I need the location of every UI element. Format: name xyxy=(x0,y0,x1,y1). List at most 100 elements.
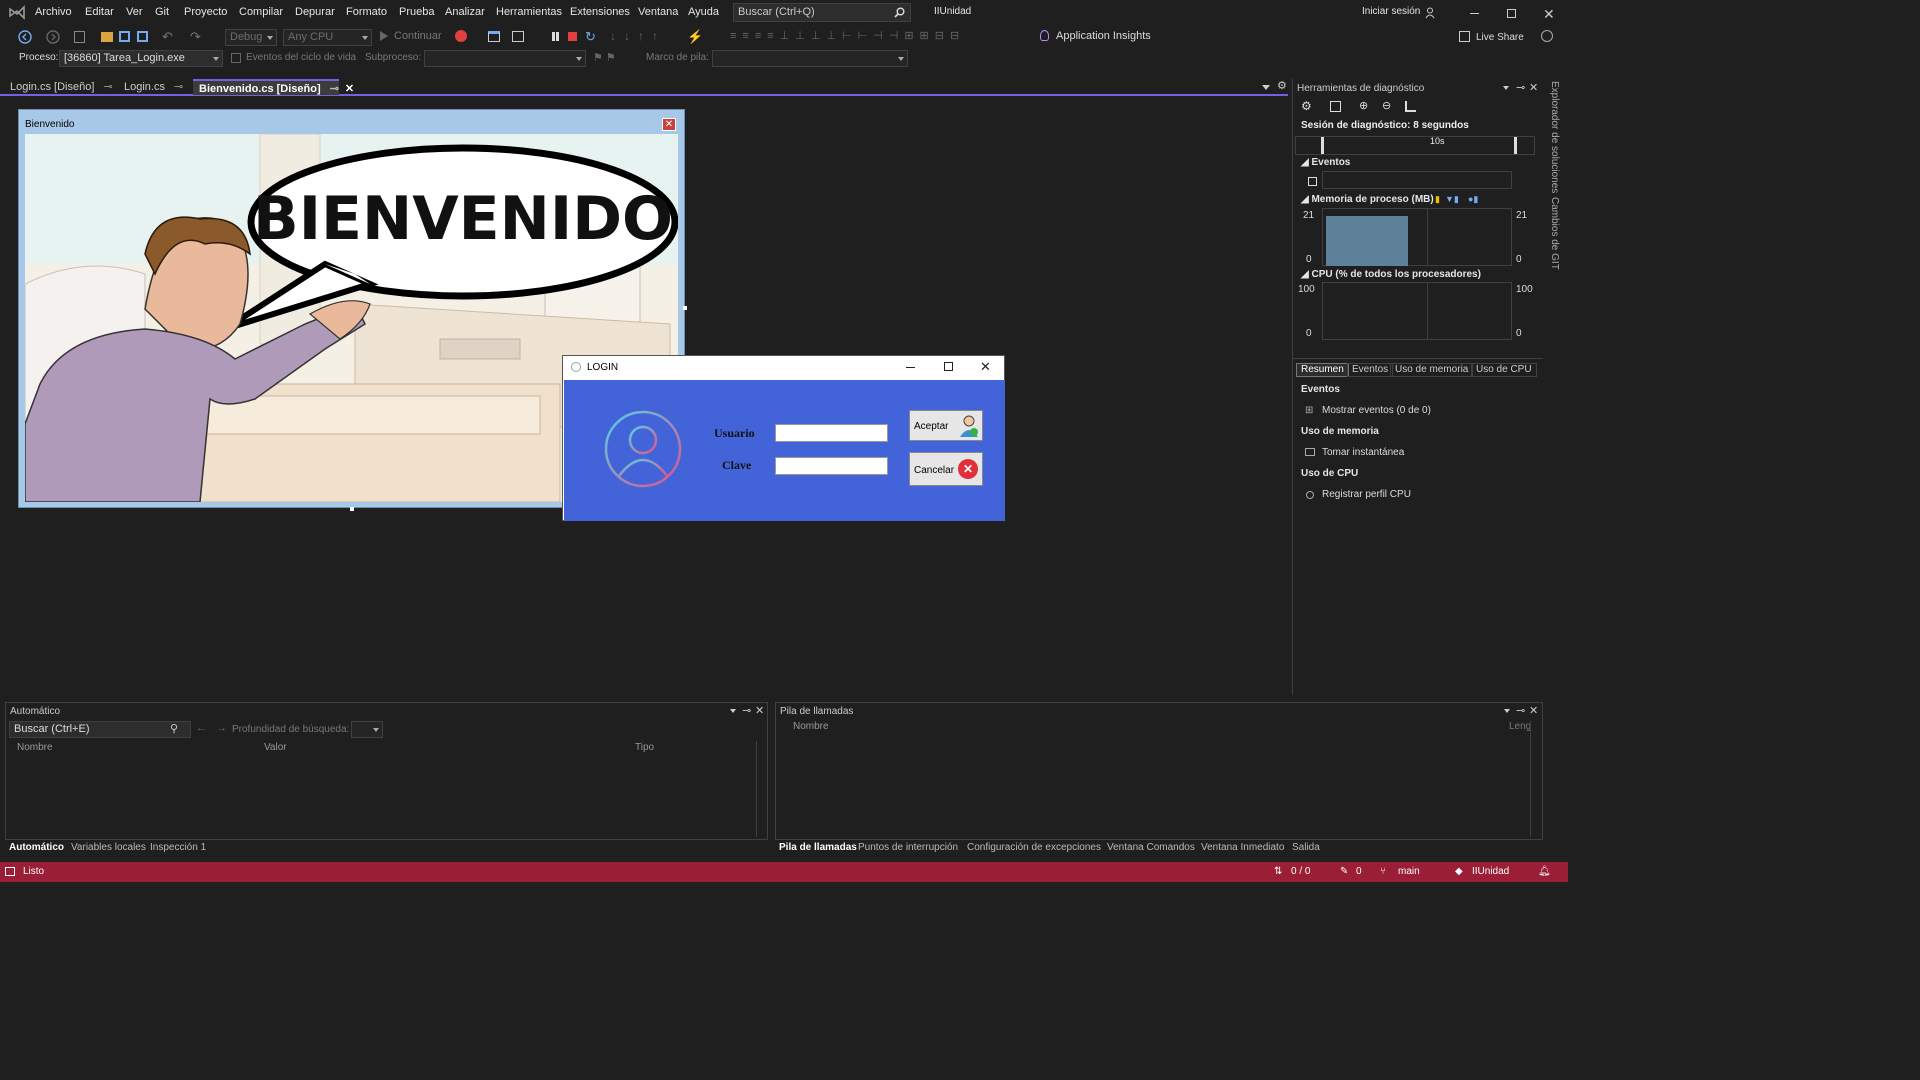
scrollbar[interactable] xyxy=(1530,721,1540,837)
format-toolbar-icons[interactable]: ≡≡≡≡⊥⊥⊥⊥⊢⊢⊣⊣⊞⊞⊟⊟ xyxy=(730,29,965,42)
stack-frame-dropdown[interactable] xyxy=(712,50,908,67)
notifications-icon[interactable]: 🔔︎ xyxy=(1538,866,1551,877)
line-changes[interactable]: 0 / 0 xyxy=(1291,866,1310,877)
config-dropdown[interactable]: Debug xyxy=(225,29,277,46)
panel-menu-icon[interactable] xyxy=(1503,86,1509,90)
menu-editar[interactable]: Editar xyxy=(85,6,114,18)
menu-ayuda[interactable]: Ayuda xyxy=(688,6,719,18)
lifecycle-icon[interactable] xyxy=(231,53,241,63)
hot-reload-icon[interactable] xyxy=(455,30,467,42)
events-track[interactable] xyxy=(1322,171,1512,189)
column-value[interactable]: Valor xyxy=(264,742,287,753)
tab-locals[interactable]: Variables locales xyxy=(71,842,146,853)
pin-icon[interactable]: ⊸ xyxy=(742,704,751,717)
continue-play-icon[interactable] xyxy=(380,31,388,41)
timeline-end-handle[interactable] xyxy=(1514,137,1517,154)
layout-icon[interactable] xyxy=(512,31,524,42)
git-branch[interactable]: main xyxy=(1398,866,1420,877)
menu-herramientas[interactable]: Herramientas xyxy=(496,6,562,18)
menu-archivo[interactable]: Archivo xyxy=(35,6,72,18)
back-arrow-icon[interactable]: ← xyxy=(196,722,207,734)
sign-in-link[interactable]: Iniciar sesión xyxy=(1362,6,1420,17)
cpu-chart[interactable] xyxy=(1322,282,1512,340)
continue-button[interactable]: Continuar xyxy=(394,30,442,42)
take-snapshot-link[interactable]: Tomar instantánea xyxy=(1322,447,1404,458)
restart-icon[interactable]: ↻ xyxy=(585,29,596,45)
save-icon[interactable] xyxy=(119,31,130,42)
column-name[interactable]: Nombre xyxy=(793,721,829,732)
pending-edits[interactable]: 0 xyxy=(1356,866,1362,877)
close-panel-icon[interactable]: ✕ xyxy=(1529,704,1538,717)
zoom-out-icon[interactable]: ⊖ xyxy=(1382,99,1391,112)
tab-output[interactable]: Salida xyxy=(1292,842,1320,853)
menu-extensiones[interactable]: Extensiones xyxy=(570,6,630,18)
events-section-title[interactable]: ◢ Eventos xyxy=(1301,157,1350,168)
show-events-link[interactable]: Mostrar eventos (0 de 0) xyxy=(1322,405,1431,416)
tab-immediate-window[interactable]: Ventana Inmediato xyxy=(1201,842,1284,853)
pin-icon[interactable]: ⊸ xyxy=(1516,704,1525,717)
account-icon[interactable] xyxy=(1425,7,1437,22)
restore-icon[interactable] xyxy=(1507,9,1516,18)
diagnostic-icon[interactable]: ⚡ xyxy=(687,29,703,45)
forward-nav-icon[interactable] xyxy=(46,30,60,47)
menu-git[interactable]: Git xyxy=(155,6,169,18)
live-share-button[interactable]: Live Share xyxy=(1476,32,1524,43)
memory-section-title[interactable]: ◢ Memoria de proceso (MB) xyxy=(1301,194,1434,205)
panel-menu-icon[interactable] xyxy=(1504,709,1510,713)
repo-icon[interactable]: ◆ xyxy=(1455,866,1463,877)
close-window-icon[interactable]: ✕ xyxy=(1543,6,1555,23)
login-window[interactable]: LOGIN ✕ Usuario Clave Aceptar Cancelar ✕ xyxy=(562,355,1005,521)
close-tab-icon[interactable]: ✕ xyxy=(345,83,354,95)
open-folder-icon[interactable] xyxy=(101,32,113,42)
column-type[interactable]: Tipo xyxy=(635,742,654,753)
search-input[interactable]: Buscar (Ctrl+Q) xyxy=(733,3,911,22)
password-field[interactable] xyxy=(775,457,888,475)
zoom-in-icon[interactable]: ⊕ xyxy=(1359,99,1368,112)
settings-gear-icon[interactable]: ⚙ xyxy=(1277,79,1287,92)
tab-autos[interactable]: Automático xyxy=(9,842,64,853)
maximize-icon[interactable] xyxy=(944,362,953,371)
tab-login-cs[interactable]: Login.cs ⊸ xyxy=(118,79,189,95)
lifecycle-events-dropdown[interactable]: Eventos del ciclo de vida xyxy=(246,52,356,63)
tab-command-window[interactable]: Ventana Comandos xyxy=(1107,842,1195,853)
tab-overflow-icon[interactable] xyxy=(1262,85,1270,90)
tab-cpu-usage[interactable]: Uso de CPU xyxy=(1471,363,1537,377)
new-project-icon[interactable] xyxy=(74,31,85,43)
tab-call-stack[interactable]: Pila de llamadas xyxy=(779,842,857,853)
cpu-section-title[interactable]: ◢ CPU (% de todos los procesadores) xyxy=(1301,269,1481,280)
export-icon[interactable] xyxy=(1330,101,1341,112)
tab-bienvenido-design[interactable]: Bienvenido.cs [Diseño] ⊸ ✕ xyxy=(193,79,354,95)
minimize-icon[interactable] xyxy=(906,367,915,368)
thread-dropdown[interactable] xyxy=(424,50,586,67)
pin-icon[interactable]: ⊸ xyxy=(174,81,183,93)
forward-arrow-icon[interactable]: → xyxy=(216,722,227,734)
tab-memory-usage[interactable]: Uso de memoria xyxy=(1390,363,1474,377)
tab-login-design[interactable]: Login.cs [Diseño] ⊸ xyxy=(4,79,119,95)
undo-icon[interactable]: ↶ xyxy=(162,29,173,45)
resize-handle[interactable] xyxy=(683,306,687,310)
process-dropdown[interactable]: [36860] Tarea_Login.exe xyxy=(59,50,223,67)
timeline-start-handle[interactable] xyxy=(1321,137,1324,154)
platform-dropdown[interactable]: Any CPU xyxy=(283,29,372,46)
menu-ver[interactable]: Ver xyxy=(126,6,143,18)
back-nav-icon[interactable] xyxy=(18,30,32,47)
tab-summary[interactable]: Resumen xyxy=(1296,363,1349,377)
timeline-ruler[interactable]: 10s xyxy=(1295,136,1535,155)
stop-icon[interactable] xyxy=(568,32,577,41)
accept-button[interactable]: Aceptar xyxy=(909,410,983,441)
flag-icons[interactable]: ⚑ ⚑ xyxy=(593,51,616,64)
memory-chart[interactable] xyxy=(1322,208,1512,266)
column-name[interactable]: Nombre xyxy=(17,742,53,753)
settings-icon[interactable]: ⚙ xyxy=(1301,99,1312,113)
tab-watch-1[interactable]: Inspección 1 xyxy=(150,842,206,853)
cancel-button[interactable]: Cancelar ✕ xyxy=(909,452,983,486)
scrollbar[interactable] xyxy=(756,741,766,837)
menu-proyecto[interactable]: Proyecto xyxy=(184,6,227,18)
redo-icon[interactable]: ↷ xyxy=(190,29,201,45)
git-changes-tab[interactable]: Cambios de GIT xyxy=(1549,197,1560,270)
menu-prueba[interactable]: Prueba xyxy=(399,6,434,18)
pause-events-icon[interactable] xyxy=(1308,177,1317,186)
menu-ventana[interactable]: Ventana xyxy=(638,6,678,18)
panel-menu-icon[interactable] xyxy=(730,709,736,713)
menu-formato[interactable]: Formato xyxy=(346,6,387,18)
